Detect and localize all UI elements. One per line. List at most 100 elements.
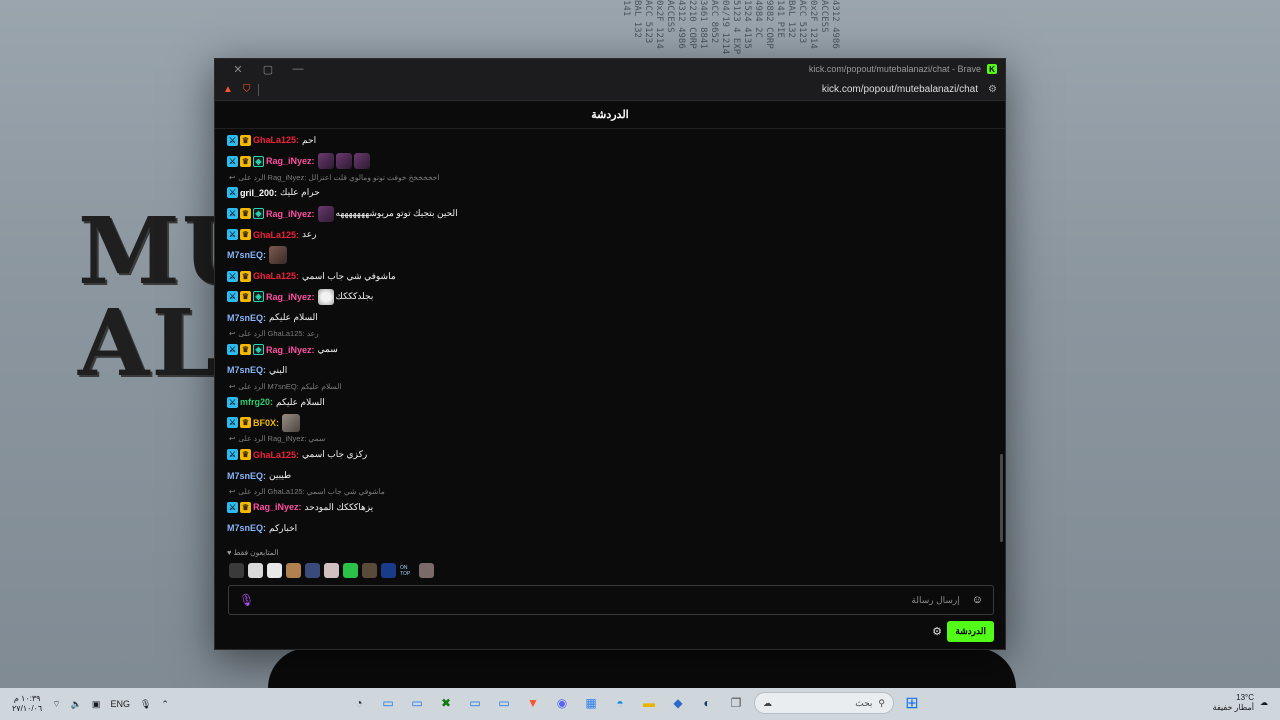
send-chat-button[interactable]: الدردشة (947, 621, 994, 642)
moderator-badge-icon[interactable]: ⚔ (227, 134, 238, 146)
chat-message[interactable]: ⚔ ♛ ◈ Rag_iNyez: (227, 151, 1007, 172)
vip-crown-icon[interactable]: ♛ (240, 155, 251, 167)
display-icon[interactable]: ▣ (92, 699, 101, 710)
vip-crown-icon[interactable]: ♛ (240, 501, 251, 513)
chat-username[interactable]: BF0X: (253, 418, 279, 428)
chat-message[interactable]: ⚔ ♛ GhaLa125: ماشوفي شي جاب اسمي (227, 266, 1007, 287)
quick-emote-10[interactable]: ON TOP (400, 563, 415, 578)
cat-emote-image[interactable] (317, 288, 334, 305)
vip-crown-icon[interactable]: ♛ (240, 417, 251, 429)
volume-icon[interactable]: 🔈 (71, 699, 82, 710)
subscriber-badge-icon[interactable]: ◈ (253, 155, 264, 167)
app-icon[interactable]: ◔ (348, 692, 370, 714)
chat-username[interactable]: M7snEQ: (227, 313, 266, 323)
vip-crown-icon[interactable]: ♛ (240, 344, 251, 356)
copilot-icon[interactable]: ◆ (667, 692, 689, 714)
chat-message[interactable]: M7snEQ: طيبين (227, 465, 1007, 486)
chat-message[interactable]: ⚔ ♛ ◈ Rag_iNyez: سمي (227, 339, 1007, 360)
moderator-badge-icon[interactable]: ⚔ (227, 229, 238, 241)
emote-image[interactable] (269, 246, 288, 265)
quick-emote-8[interactable] (362, 563, 377, 578)
quick-emote-7[interactable] (343, 563, 358, 578)
message-input[interactable]: 🎙 إرسال رسالة ☺ (228, 585, 994, 615)
moderator-badge-icon[interactable]: ⚔ (227, 417, 238, 429)
window-app-icon[interactable]: ▭ (464, 692, 486, 714)
maximize-icon[interactable]: ▢ (253, 63, 283, 76)
moderator-badge-icon[interactable]: ⚔ (227, 270, 238, 282)
chat-message[interactable]: M7snEQ: البني (227, 360, 1007, 381)
quick-emote-11[interactable] (419, 563, 434, 578)
emote-image[interactable] (335, 153, 352, 170)
window-app-icon[interactable]: ▭ (493, 692, 515, 714)
quick-emote-4[interactable] (286, 563, 301, 578)
chat-username[interactable]: M7snEQ: (227, 365, 266, 375)
task-view-icon[interactable]: ❐ (725, 692, 747, 714)
subscriber-badge-icon[interactable]: ◈ (253, 291, 264, 303)
start-windows-icon[interactable]: ⊞ (901, 692, 923, 714)
discord-icon[interactable]: ◉ (551, 692, 573, 714)
network-icon[interactable]: ⌔ (52, 699, 60, 710)
chat-message[interactable]: M7snEQ: (227, 245, 1007, 266)
chat-messages[interactable]: ⚔ ♛ GhaLa125: احم ⚔ ♛ ◈ Rag_iNyez: ↩ الرد على Rag… (215, 130, 1007, 582)
chat-message[interactable]: ⚔ ♛ BF0X: (227, 413, 1007, 434)
chat-username[interactable]: gril_200: (240, 188, 277, 198)
chat-message[interactable]: ⚔ gril_200: حرام عليك (227, 183, 1007, 204)
chat-username[interactable]: M7snEQ: (227, 471, 266, 481)
vip-crown-icon[interactable]: ♛ (240, 449, 251, 461)
brave-rewards-icon[interactable]: ▲ (223, 84, 233, 95)
moderator-badge-icon[interactable]: ⚔ (227, 344, 238, 356)
moderator-badge-icon[interactable]: ⚔ (227, 155, 238, 167)
reply-context[interactable]: ↩ الرد على M7snEQ: السلام عليكم (227, 381, 1007, 392)
chat-username[interactable]: Rag_iNyez: (266, 156, 315, 166)
chat-username[interactable]: mfrg20: (240, 397, 273, 407)
reply-context[interactable]: ↩ الرد على Rag_iNyez: اخخخخخخ خوفت توتو و… (227, 172, 1007, 183)
brave-shield-icon[interactable]: ⛉ (243, 84, 251, 95)
vip-crown-icon[interactable]: ♛ (240, 208, 251, 220)
quick-emote-2[interactable] (248, 563, 263, 578)
chat-username[interactable]: M7snEQ: (227, 250, 266, 260)
moderator-badge-icon[interactable]: ⚔ (227, 396, 238, 408)
window-app-icon[interactable]: ▭ (377, 692, 399, 714)
reply-context[interactable]: ↩ الرد على GhaLa125: ماشوفي شي جاب اسمي (227, 486, 1007, 497)
chat-scrollbar[interactable] (1000, 454, 1003, 542)
emote-image[interactable] (317, 205, 334, 222)
emote-image[interactable] (317, 153, 334, 170)
chevron-up-icon[interactable]: ⌃ (161, 699, 169, 710)
chat-username[interactable]: Rag_iNyez: (266, 209, 315, 219)
edge-icon[interactable]: ◓ (609, 692, 631, 714)
vip-crown-icon[interactable]: ♛ (240, 134, 251, 146)
chat-settings-gear-icon[interactable]: ⚙ (932, 625, 942, 638)
emote-image[interactable] (353, 153, 370, 170)
emote-image[interactable] (282, 413, 301, 432)
chat-message[interactable]: M7snEQ: اخباركم (227, 518, 1007, 539)
mic-tray-icon[interactable]: 🎙 (140, 699, 151, 710)
moderator-badge-icon[interactable]: ⚔ (227, 187, 238, 199)
taskbar-search[interactable]: ☁ بحث ⚲ (754, 692, 894, 714)
vip-crown-icon[interactable]: ♛ (240, 229, 251, 241)
chat-username[interactable]: Rag_iNyez: (253, 502, 302, 512)
chat-username[interactable]: Rag_iNyez: (266, 345, 315, 355)
clock[interactable]: ١٠:٣٩ م ٢٧/١٠/٠٦ (12, 694, 42, 714)
minimize-icon[interactable]: — (283, 63, 313, 75)
microphone-icon[interactable]: 🎙 (239, 593, 254, 607)
xbox-icon[interactable]: ✖ (435, 692, 457, 714)
reply-context[interactable]: ↩ الرد على Rag_iNyez: سمي (227, 433, 1007, 444)
store-icon[interactable]: ▦ (580, 692, 602, 714)
chat-message[interactable]: M7snEQ: السلام عليكم (227, 307, 1007, 328)
brave-taskbar-icon[interactable]: ▼ (522, 692, 544, 714)
vip-crown-icon[interactable]: ♛ (240, 270, 251, 282)
chat-username[interactable]: Rag_iNyez: (266, 292, 315, 302)
subscriber-badge-icon[interactable]: ◈ (253, 208, 264, 220)
quick-emote-1[interactable] (229, 563, 244, 578)
moderator-badge-icon[interactable]: ⚔ (227, 208, 238, 220)
quick-emote-3[interactable] (267, 563, 282, 578)
site-settings-icon[interactable]: ⚙ (988, 84, 997, 95)
chat-message[interactable]: ⚔ ♛ GhaLa125: ركزي جاب اسمي (227, 444, 1007, 465)
folder-icon[interactable]: ▬ (638, 692, 660, 714)
chat-message[interactable]: ⚔ mfrg20: السلام عليكم (227, 392, 1007, 413)
chat-username[interactable]: M7snEQ: (227, 523, 266, 533)
moderator-badge-icon[interactable]: ⚔ (227, 501, 238, 513)
close-window-icon[interactable]: ✕ (223, 63, 253, 76)
chat-username[interactable]: GhaLa125: (253, 230, 299, 240)
weather-widget[interactable]: 13°C أمطار خفيفة ☁ (1213, 693, 1268, 713)
